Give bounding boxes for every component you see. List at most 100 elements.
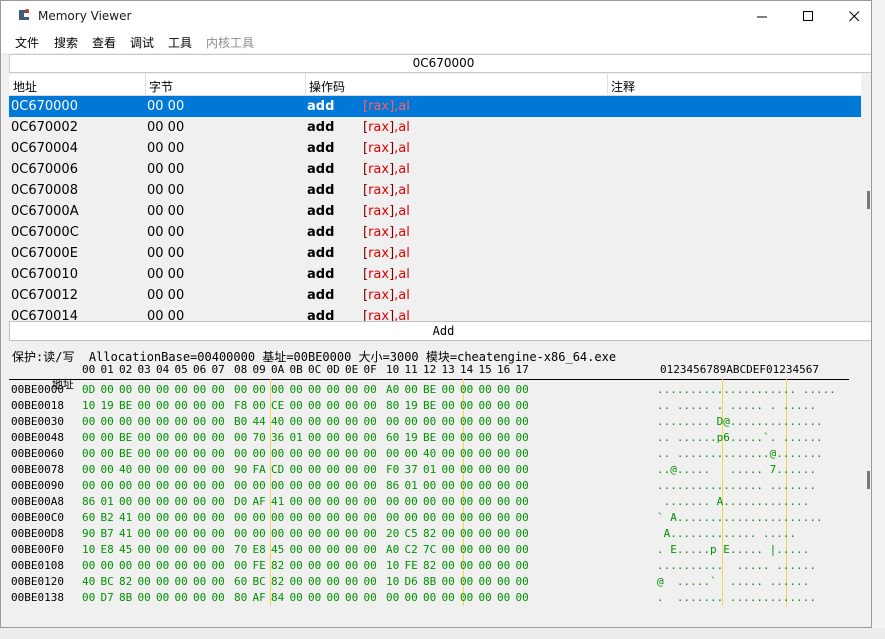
hex-byte[interactable]: 00 [156, 542, 169, 558]
hex-byte[interactable]: 00 [271, 478, 284, 494]
hex-byte[interactable]: 00 [442, 574, 455, 590]
hex-byte[interactable]: 80 [234, 590, 247, 606]
hex-byte[interactable]: 00 [345, 398, 358, 414]
hex-byte[interactable]: 00 [516, 446, 529, 462]
maximize-button[interactable] [785, 1, 831, 31]
hex-byte[interactable]: 00 [479, 510, 492, 526]
hex-byte[interactable]: 00 [290, 462, 303, 478]
hex-byte[interactable]: 00 [460, 590, 473, 606]
hex-byte[interactable]: 00 [290, 542, 303, 558]
hex-byte[interactable]: 00 [497, 510, 510, 526]
hex-byte[interactable]: 00 [479, 542, 492, 558]
disasm-row[interactable]: 0C670012 00 00 add [rax],al [9, 285, 861, 306]
hex-byte[interactable]: 00 [119, 558, 132, 574]
hex-byte[interactable]: 00 [138, 462, 151, 478]
hex-byte[interactable]: 00 [271, 526, 284, 542]
hex-byte[interactable]: 00 [516, 542, 529, 558]
hex-byte[interactable]: 00 [345, 462, 358, 478]
hex-byte[interactable]: 00 [175, 590, 188, 606]
hex-byte[interactable]: 00 [156, 398, 169, 414]
hex-byte[interactable]: 00 [460, 494, 473, 510]
hex-byte[interactable]: 00 [497, 462, 510, 478]
hex-byte[interactable]: 00 [479, 590, 492, 606]
hex-byte[interactable]: 00 [345, 510, 358, 526]
hex-byte[interactable]: 00 [138, 558, 151, 574]
add-bar[interactable]: Add [9, 321, 871, 341]
hex-byte[interactable]: 00 [405, 510, 418, 526]
hex-byte[interactable]: 00 [193, 542, 206, 558]
hex-byte[interactable]: 00 [138, 510, 151, 526]
hex-byte[interactable]: 00 [405, 494, 418, 510]
hex-byte[interactable]: 00 [345, 382, 358, 398]
hex-byte[interactable]: 00 [308, 542, 321, 558]
hex-byte[interactable]: 00 [327, 558, 340, 574]
hex-byte[interactable]: 00 [405, 590, 418, 606]
hex-byte[interactable]: 00 [290, 494, 303, 510]
hex-byte[interactable]: C2 [405, 542, 418, 558]
menu-kernel-tools[interactable]: 内核工具 [206, 34, 254, 51]
hex-byte[interactable]: 00 [175, 558, 188, 574]
disasm-row[interactable]: 0C67000C 00 00 add [rax],al [9, 222, 861, 243]
hex-byte[interactable]: 00 [271, 446, 284, 462]
hex-byte[interactable]: 45 [119, 542, 132, 558]
hex-byte[interactable]: 00 [497, 430, 510, 446]
hex-byte[interactable]: 00 [308, 558, 321, 574]
hex-byte[interactable]: 00 [308, 430, 321, 446]
hex-byte[interactable]: 00 [460, 510, 473, 526]
hex-byte[interactable]: 00 [345, 590, 358, 606]
menu-search[interactable]: 搜索 [54, 34, 78, 51]
hex-byte[interactable]: 00 [234, 430, 247, 446]
hex-scroll-thumb[interactable] [867, 471, 870, 489]
disasm-row[interactable]: 0C670002 00 00 add [rax],al [9, 117, 861, 138]
hex-byte[interactable]: 00 [308, 590, 321, 606]
hex-byte[interactable]: 00 [175, 430, 188, 446]
hex-byte[interactable]: 00 [364, 382, 377, 398]
hex-byte[interactable]: 00 [290, 558, 303, 574]
hex-byte[interactable]: 00 [364, 526, 377, 542]
hex-byte[interactable]: 00 [193, 398, 206, 414]
hex-byte[interactable]: 00 [193, 510, 206, 526]
hex-byte[interactable]: 00 [345, 430, 358, 446]
hex-byte[interactable]: 00 [308, 510, 321, 526]
hex-byte[interactable]: 00 [345, 494, 358, 510]
hex-byte[interactable]: 00 [212, 398, 225, 414]
hex-byte[interactable]: 00 [460, 414, 473, 430]
hex-byte[interactable]: 00 [516, 398, 529, 414]
hex-byte[interactable]: 00 [442, 430, 455, 446]
hex-byte[interactable]: AF [253, 590, 266, 606]
hex-byte[interactable]: 00 [516, 558, 529, 574]
hex-byte[interactable]: 00 [386, 510, 399, 526]
hex-byte[interactable]: 00 [138, 574, 151, 590]
hex-byte[interactable]: 7C [423, 542, 436, 558]
hex-byte[interactable]: 00 [156, 462, 169, 478]
menu-file[interactable]: 文件 [15, 34, 39, 51]
hex-byte[interactable]: A0 [386, 382, 399, 398]
hex-byte[interactable]: 00 [193, 414, 206, 430]
hex-byte[interactable]: 00 [479, 462, 492, 478]
hex-byte[interactable]: 00 [460, 542, 473, 558]
hex-byte[interactable]: E8 [253, 542, 266, 558]
hex-byte[interactable]: 00 [119, 414, 132, 430]
hex-byte[interactable]: 80 [386, 398, 399, 414]
hex-byte[interactable]: 00 [271, 510, 284, 526]
hex-byte[interactable]: 00 [193, 462, 206, 478]
title-bar[interactable]: Memory Viewer [1, 1, 871, 31]
hex-byte[interactable]: BE [423, 382, 436, 398]
hex-byte[interactable]: 00 [290, 574, 303, 590]
hex-byte[interactable]: 19 [405, 398, 418, 414]
hex-byte[interactable]: B2 [101, 510, 114, 526]
hex-byte[interactable]: 00 [460, 382, 473, 398]
hex-byte[interactable]: 70 [253, 430, 266, 446]
hex-byte[interactable]: 00 [497, 494, 510, 510]
hex-byte[interactable]: 70 [234, 542, 247, 558]
hex-byte[interactable]: 00 [212, 446, 225, 462]
hex-byte[interactable]: 00 [364, 558, 377, 574]
hex-byte[interactable]: 00 [345, 526, 358, 542]
hex-byte[interactable]: CE [271, 398, 284, 414]
hex-byte[interactable]: 82 [271, 574, 284, 590]
hex-byte[interactable]: 00 [234, 558, 247, 574]
hex-byte[interactable]: D7 [101, 590, 114, 606]
hex-byte[interactable]: A0 [386, 542, 399, 558]
hex-byte[interactable]: 00 [516, 574, 529, 590]
hex-byte[interactable]: 8B [119, 590, 132, 606]
